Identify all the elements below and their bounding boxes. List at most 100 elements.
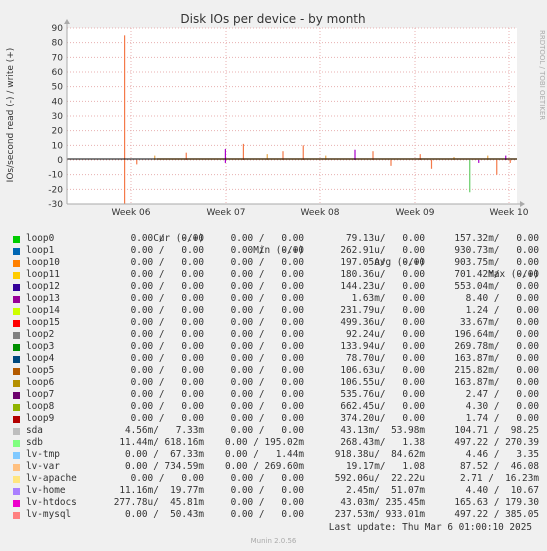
legend-avg: 19.17m/ 1.08 bbox=[345, 461, 425, 472]
legend-avg: 268.43m/ 1.38 bbox=[340, 437, 425, 448]
legend-max: 269.78m/ 0.00 bbox=[454, 341, 539, 352]
legend-min: 0.00 / 0.00 bbox=[230, 341, 304, 352]
legend-max: 2.47 / 0.00 bbox=[465, 389, 539, 400]
legend-row-loop8: loop8 0.00 / 0.00 0.00 / 0.00 662.45u/ 0.00… bbox=[12, 401, 539, 413]
legend-row-loop11: loop11 0.00 / 0.00 0.00 / 0.00 180.36u/ 0.0… bbox=[12, 269, 539, 281]
legend-name: lv-tmp bbox=[26, 449, 60, 460]
legend-name: loop13 bbox=[26, 293, 60, 304]
legend-min: 0.00 / 0.00 bbox=[230, 257, 304, 268]
legend-rows: loop0 0.00 / 0.00 0.00 / 0.00 79.13u/ 0.00 1… bbox=[12, 233, 539, 521]
legend-cur: 0.00 / 0.00 bbox=[130, 473, 204, 484]
legend-cur: 0.00 / 0.00 bbox=[130, 377, 204, 388]
legend-min: 0.00 / 1.44m bbox=[224, 449, 304, 460]
legend-max: 930.73m/ 0.00 bbox=[454, 245, 539, 256]
legend-row-loop6: loop6 0.00 / 0.00 0.00 / 0.00 106.55u/ 0.00… bbox=[12, 377, 539, 389]
legend-max: 196.64m/ 0.00 bbox=[454, 329, 539, 340]
legend-cur: 0.00 / 0.00 bbox=[130, 401, 204, 412]
legend-min: 0.00 / 0.00 bbox=[230, 413, 304, 424]
legend-cur: 0.00 / 0.00 bbox=[130, 353, 204, 364]
legend-row-sdb: sdb 11.44m/ 618.16m 0.00 / 195.02m 268.43m/… bbox=[12, 437, 539, 449]
legend-max: 4.30 / 0.00 bbox=[465, 401, 539, 412]
legend-row-lv-tmp: lv-tmp 0.00 / 67.33m 0.00 / 1.44m 918.38u/ … bbox=[12, 449, 539, 461]
legend-max: 903.75m/ 0.00 bbox=[454, 257, 539, 268]
legend-row-loop13: loop13 0.00 / 0.00 0.00 / 0.00 1.63m/ 0.00 8… bbox=[12, 293, 539, 305]
legend-cur: 0.00 / 0.00 bbox=[130, 317, 204, 328]
chart-title: Disk IOs per device - by month bbox=[180, 12, 365, 26]
legend-max: 497.22 / 270.39 bbox=[454, 437, 539, 448]
legend-swatch bbox=[13, 344, 20, 351]
legend-avg: 79.13u/ 0.00 bbox=[345, 233, 425, 244]
legend-avg: 2.45m/ 51.07m bbox=[345, 485, 425, 496]
y-ticks: 90 80 70 60 50 40 30 20 10 0 -10 -20 -30 bbox=[48, 24, 63, 210]
legend-row-lv-mysql: lv-mysql 0.00 / 50.43m 0.00 / 0.00 237.53m/… bbox=[12, 509, 539, 521]
legend-max: 87.52 / 46.08 bbox=[459, 461, 539, 472]
legend-max: 163.87m/ 0.00 bbox=[454, 377, 539, 388]
legend-avg: 78.70u/ 0.00 bbox=[345, 353, 425, 364]
legend-name: loop10 bbox=[26, 257, 60, 268]
legend-max: 553.04m/ 0.00 bbox=[454, 281, 539, 292]
y-tick-label: 70 bbox=[52, 53, 64, 63]
y-axis-label: IOs/second read (-) / write (+) bbox=[6, 48, 16, 183]
legend-swatch bbox=[13, 236, 20, 243]
legend-cur: 0.00 / 0.00 bbox=[130, 245, 204, 256]
legend-swatch bbox=[13, 248, 20, 255]
legend-max: 157.32m/ 0.00 bbox=[454, 233, 539, 244]
footer-version: Munin 2.0.56 bbox=[250, 537, 297, 545]
y-tick-label: -30 bbox=[48, 200, 63, 210]
legend-cur: 0.00 / 0.00 bbox=[130, 269, 204, 280]
legend-max: 497.22 / 385.05 bbox=[454, 509, 539, 520]
legend-row-loop14: loop14 0.00 / 0.00 0.00 / 0.00 231.79u/ 0.0… bbox=[12, 305, 539, 317]
legend-name: loop12 bbox=[26, 281, 60, 292]
legend-avg: 197.05u/ 0.00 bbox=[340, 257, 425, 268]
legend-cur: 4.56m/ 7.33m bbox=[124, 425, 204, 436]
x-tick-label: Week 10 bbox=[490, 208, 529, 215]
legend-swatch bbox=[13, 488, 20, 495]
legend-avg: 535.76u/ 0.00 bbox=[340, 389, 425, 400]
legend-name: loop14 bbox=[26, 305, 60, 316]
legend-row-loop0: loop0 0.00 / 0.00 0.00 / 0.00 79.13u/ 0.00 1… bbox=[12, 233, 539, 245]
x-tick-label: Week 08 bbox=[301, 208, 340, 215]
legend-row-loop3: loop3 0.00 / 0.00 0.00 / 0.00 133.94u/ 0.00… bbox=[12, 341, 539, 353]
legend-min: 0.00 / 0.00 bbox=[230, 269, 304, 280]
legend-cur: 0.00 / 0.00 bbox=[130, 329, 204, 340]
legend-avg: 92.24u/ 0.00 bbox=[345, 329, 425, 340]
legend-swatch bbox=[13, 332, 20, 339]
legend-min: 0.00 / 0.00 bbox=[230, 425, 304, 436]
legend-row-loop9: loop9 0.00 / 0.00 0.00 / 0.00 374.20u/ 0.00… bbox=[12, 413, 539, 425]
x-ticks: Week 06 Week 07 Week 08 Week 09 Week 10 bbox=[112, 208, 529, 215]
legend-row-loop1: loop1 0.00 / 0.00 0.00 / 0.00 262.91u/ 0.00… bbox=[12, 245, 539, 257]
x-tick-label: Week 07 bbox=[207, 208, 246, 215]
legend-min: 0.00 / 269.60m bbox=[224, 461, 304, 472]
legend-min: 0.00 / 0.00 bbox=[230, 329, 304, 340]
y-tick-label: 0 bbox=[57, 156, 63, 166]
legend-cur: 0.00 / 0.00 bbox=[130, 233, 204, 244]
y-axis-arrow bbox=[64, 19, 70, 24]
legend-max: 701.42m/ 0.00 bbox=[454, 269, 539, 280]
legend-min: 0.00 / 0.00 bbox=[230, 473, 304, 484]
side-label: RRDTOOL / TOBI OETIKER bbox=[538, 30, 546, 120]
last-update: Last update: Thu Mar 6 01:00:10 2025 bbox=[328, 522, 532, 533]
y-tick-label: -20 bbox=[48, 185, 63, 195]
legend-name: loop1 bbox=[26, 245, 55, 256]
legend-max: 33.67m/ 0.00 bbox=[459, 317, 539, 328]
legend-name: loop15 bbox=[26, 317, 60, 328]
legend-cur: 277.78u/ 45.81m bbox=[113, 497, 204, 508]
legend-min: 0.00 / 0.00 bbox=[230, 401, 304, 412]
legend-header: Cur (-/+) Min (-/+) Avg (-/+) Max (-/+) bbox=[12, 221, 539, 280]
legend-min: 0.00 / 0.00 bbox=[230, 305, 304, 316]
legend-max: 163.87m/ 0.00 bbox=[454, 353, 539, 364]
y-tick-label: 30 bbox=[52, 112, 64, 122]
legend-max: 215.82m/ 0.00 bbox=[454, 365, 539, 376]
legend-swatch bbox=[13, 404, 20, 411]
legend-row-loop10: loop10 0.00 / 0.00 0.00 / 0.00 197.05u/ 0.0… bbox=[12, 257, 539, 269]
legend-name: loop5 bbox=[26, 365, 55, 376]
legend-row-lv-home: lv-home 11.16m/ 19.77m 0.00 / 0.00 2.45m/ 5… bbox=[12, 485, 539, 497]
y-tick-label: -10 bbox=[48, 171, 63, 181]
legend-avg: 180.36u/ 0.00 bbox=[340, 269, 425, 280]
legend-swatch bbox=[13, 380, 20, 387]
legend-min: 0.00 / 0.00 bbox=[230, 281, 304, 292]
legend-swatch bbox=[13, 296, 20, 303]
legend-max: 165.63 / 179.30 bbox=[454, 497, 539, 508]
legend-name: loop9 bbox=[26, 413, 55, 424]
legend-name: lv-var bbox=[26, 461, 60, 472]
